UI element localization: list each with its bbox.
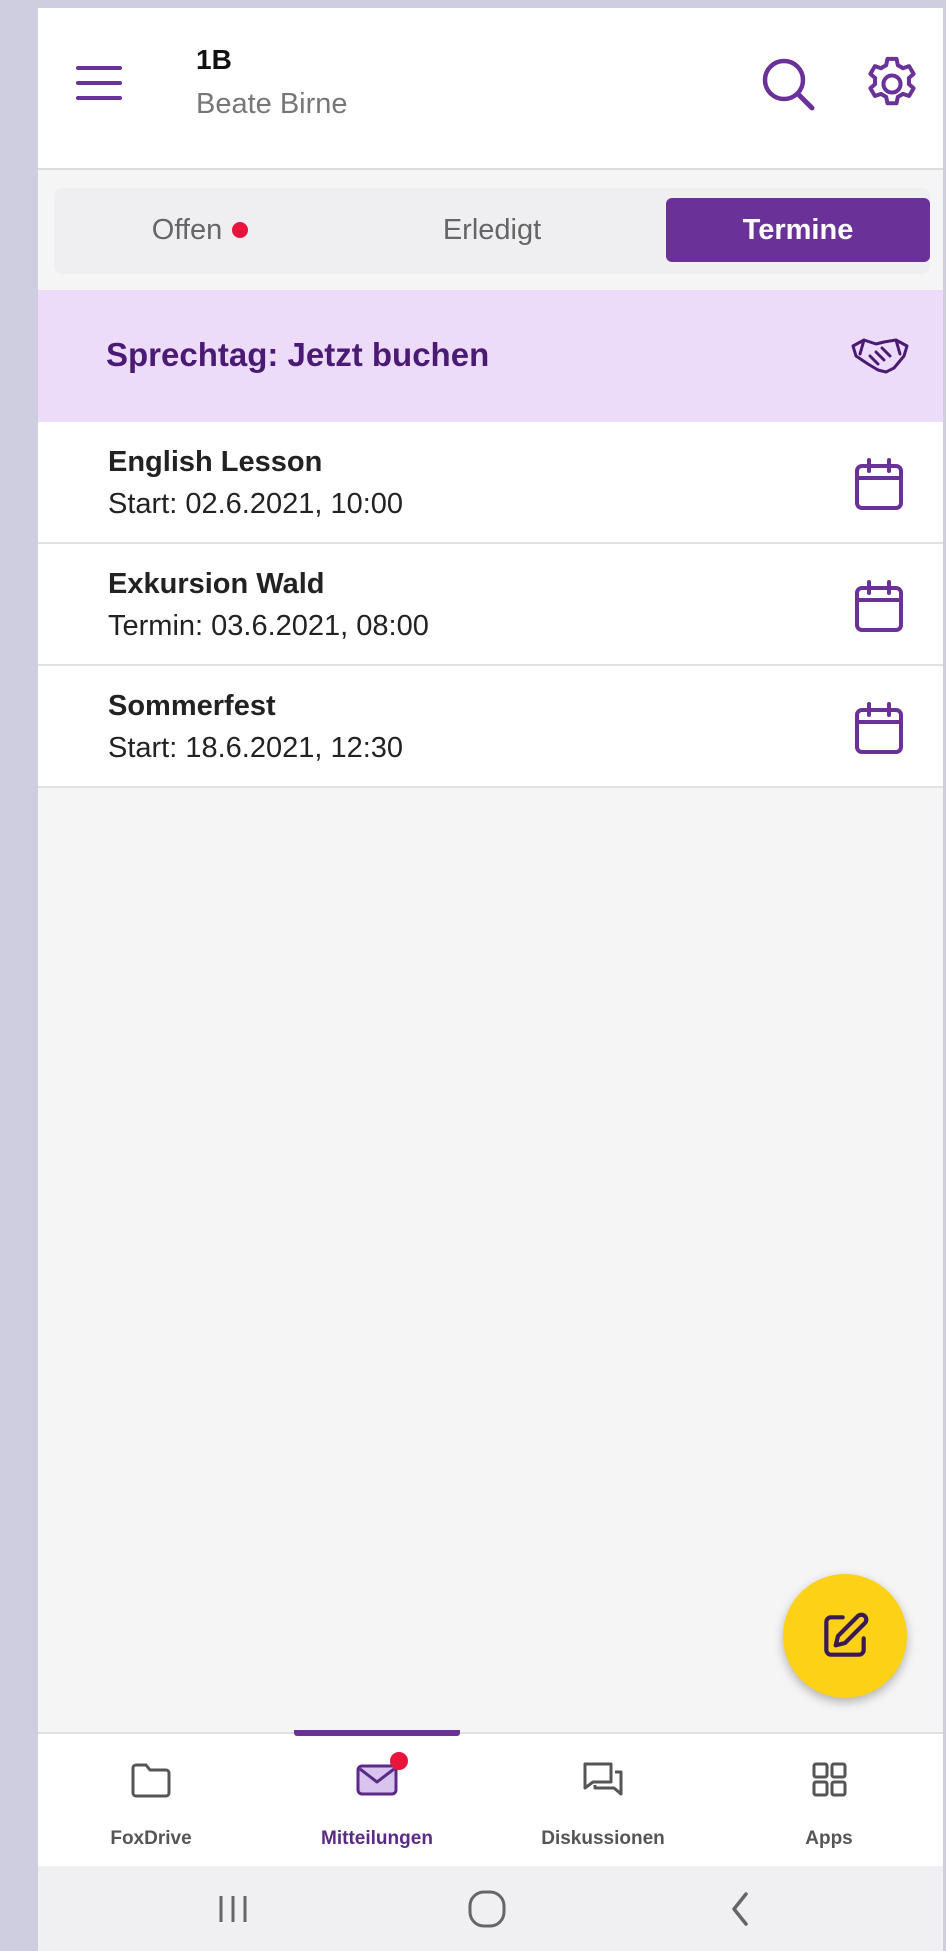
book-consultation-banner[interactable]: Sprechtag: Jetzt buchen [38,290,943,422]
event-title: English Lesson [108,446,323,478]
notification-badge [390,1752,408,1770]
event-date: Start: 02.6.2021, 10:00 [108,488,404,520]
nav-foxdrive[interactable]: FoxDrive [38,1734,264,1868]
hamburger-menu-icon[interactable] [74,60,126,108]
nav-diskussionen[interactable]: Diskussionen [490,1734,716,1868]
folder-icon [129,1760,173,1800]
nav-mitteilungen[interactable]: Mitteilungen [264,1734,490,1868]
banner-text: Sprechtag: Jetzt buchen [106,336,490,373]
nav-diskussionen-label: Diskussionen [541,1828,665,1849]
edit-icon [824,1612,869,1657]
recent-apps-icon[interactable] [208,1884,258,1934]
app-header: 1B Beate Birne [38,8,943,170]
bottom-navigation: FoxDrive Mitteilungen Diskussionen Apps [38,1730,943,1868]
calendar-icon [853,458,905,512]
app-screen: 1B Beate Birne Offen Erledigt Termine Sp… [38,8,943,1951]
tab-bar: Offen Erledigt Termine [54,188,930,274]
nav-mitteilungen-label: Mitteilungen [321,1828,433,1849]
tab-offen[interactable]: Offen [54,198,346,262]
system-navigation-bar [38,1866,943,1951]
tab-termine-label: Termine [742,213,854,246]
event-item[interactable]: English Lesson Start: 02.6.2021, 10:00 [38,422,943,544]
event-item[interactable]: Sommerfest Start: 18.6.2021, 12:30 [38,666,943,788]
event-item[interactable]: Exkursion Wald Termin: 03.6.2021, 08:00 [38,544,943,666]
home-icon[interactable] [462,1884,512,1934]
nav-foxdrive-label: FoxDrive [110,1828,192,1849]
unread-badge [232,222,249,238]
handshake-icon [850,334,910,378]
event-title: Exkursion Wald [108,568,325,600]
calendar-icon [853,702,905,756]
chat-icon [581,1760,625,1800]
tab-termine[interactable]: Termine [666,198,930,262]
calendar-icon [853,580,905,634]
class-title: 1B [196,44,232,75]
tab-erledigt[interactable]: Erledigt [346,198,638,262]
gear-icon[interactable] [860,52,924,116]
back-icon[interactable] [716,1884,766,1934]
search-icon[interactable] [758,54,818,114]
apps-grid-icon [807,1760,851,1800]
tab-erledigt-label: Erledigt [442,213,542,246]
event-date: Start: 18.6.2021, 12:30 [108,732,404,764]
nav-apps[interactable]: Apps [716,1734,942,1868]
event-list: English Lesson Start: 02.6.2021, 10:00 E… [38,422,943,788]
event-date: Termin: 03.6.2021, 08:00 [108,610,429,642]
tab-offen-label: Offen [151,213,223,246]
event-title: Sommerfest [108,690,276,722]
nav-apps-label: Apps [805,1828,853,1849]
user-name: Beate Birne [196,88,348,120]
compose-button[interactable] [783,1574,907,1698]
